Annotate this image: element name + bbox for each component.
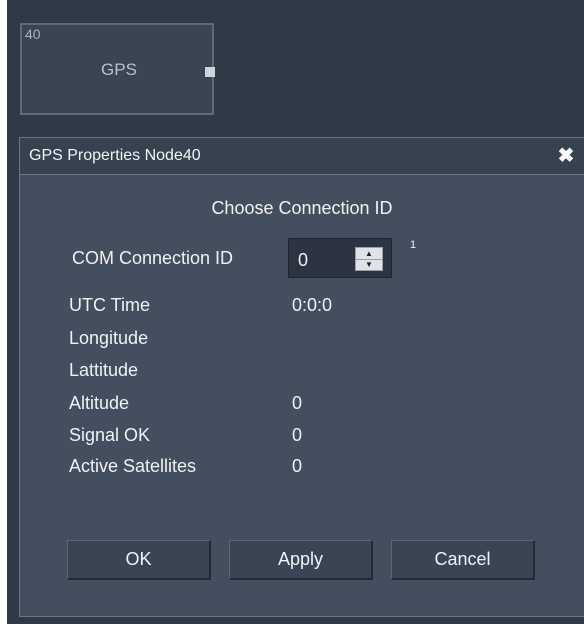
workspace-canvas: 40 GPS GPS Properties Node40 ✖ Choose Co…: [7, 0, 584, 624]
signal-ok-label: Signal OK: [69, 425, 151, 445]
active-satellites-value: 0: [292, 456, 303, 476]
dialog-titlebar[interactable]: GPS Properties Node40 ✖: [20, 138, 584, 175]
utc-time-label: UTC Time: [69, 295, 150, 315]
cancel-button[interactable]: Cancel: [391, 540, 535, 580]
active-satellites-label: Active Satellites: [69, 456, 197, 476]
utc-time-value: 0:0:0: [292, 295, 333, 315]
dialog-subtitle: Choose Connection ID: [211, 198, 393, 218]
altitude-value: 0: [292, 393, 303, 413]
gps-node[interactable]: 40 GPS: [20, 23, 215, 115]
dialog-title: GPS Properties Node40: [29, 147, 201, 164]
latitude-label: Lattitude: [69, 360, 139, 380]
spinner-buttons: ▲ ▼: [355, 247, 383, 271]
node-name-label: GPS: [101, 60, 137, 79]
com-connection-id-spinner[interactable]: 0 ▲ ▼: [288, 238, 392, 278]
signal-ok-value: 0: [292, 425, 303, 445]
altitude-label: Altitude: [69, 393, 130, 413]
node-id-label: 40: [25, 26, 41, 42]
spinner-down-icon[interactable]: ▼: [356, 259, 382, 270]
close-icon[interactable]: ✖: [556, 145, 576, 167]
apply-button[interactable]: Apply: [229, 540, 373, 580]
node-output-port[interactable]: [205, 67, 215, 77]
com-connection-id-label: COM Connection ID: [72, 248, 234, 268]
gps-properties-dialog: GPS Properties Node40 ✖ Choose Connectio…: [19, 137, 584, 617]
ok-button[interactable]: OK: [67, 540, 211, 580]
longitude-label: Longitude: [69, 328, 149, 348]
connection-count-superscript: 1: [410, 239, 417, 251]
com-connection-id-value[interactable]: 0: [298, 250, 308, 271]
